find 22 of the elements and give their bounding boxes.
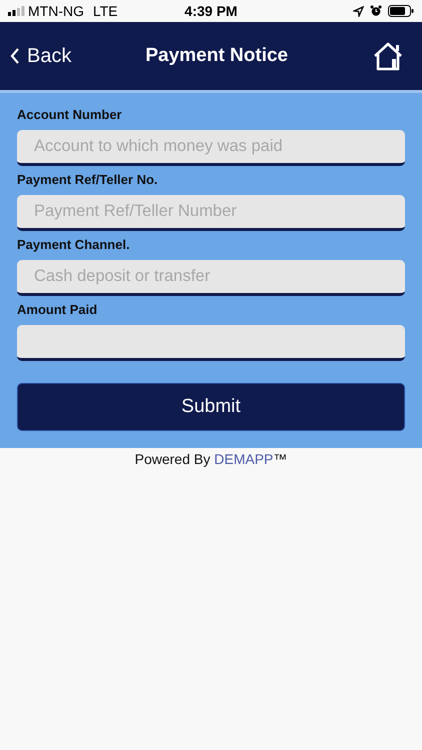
submit-button[interactable]: Submit xyxy=(17,383,405,431)
input-field[interactable]: Payment Ref/Teller Number xyxy=(17,195,405,231)
footer-text: Powered By DEMAPP™ xyxy=(134,451,288,467)
back-button[interactable]: Back xyxy=(10,44,72,68)
chevron-left-icon xyxy=(10,48,20,64)
page-title: Payment Notice xyxy=(145,45,288,67)
home-icon[interactable] xyxy=(372,41,404,71)
input-field[interactable]: Account to which money was paid xyxy=(17,130,405,166)
input-field[interactable] xyxy=(17,325,405,361)
battery-icon xyxy=(388,5,414,17)
signal-icon xyxy=(8,6,25,16)
network-type: LTE xyxy=(93,3,118,19)
brand-link[interactable]: DEMAPP xyxy=(214,451,274,467)
alarm-clock-icon xyxy=(370,5,382,17)
location-arrow-icon xyxy=(352,6,364,16)
carrier-name: MTN-NG xyxy=(28,3,84,19)
status-time: 4:39 PM xyxy=(184,3,238,19)
field-label: Payment Channel. xyxy=(17,236,131,254)
field-label: Amount Paid xyxy=(17,301,98,319)
input-field[interactable]: Cash deposit or transfer xyxy=(17,260,405,296)
field-label: Payment Ref/Teller No. xyxy=(17,171,159,189)
field-label: Account Number xyxy=(17,106,123,124)
